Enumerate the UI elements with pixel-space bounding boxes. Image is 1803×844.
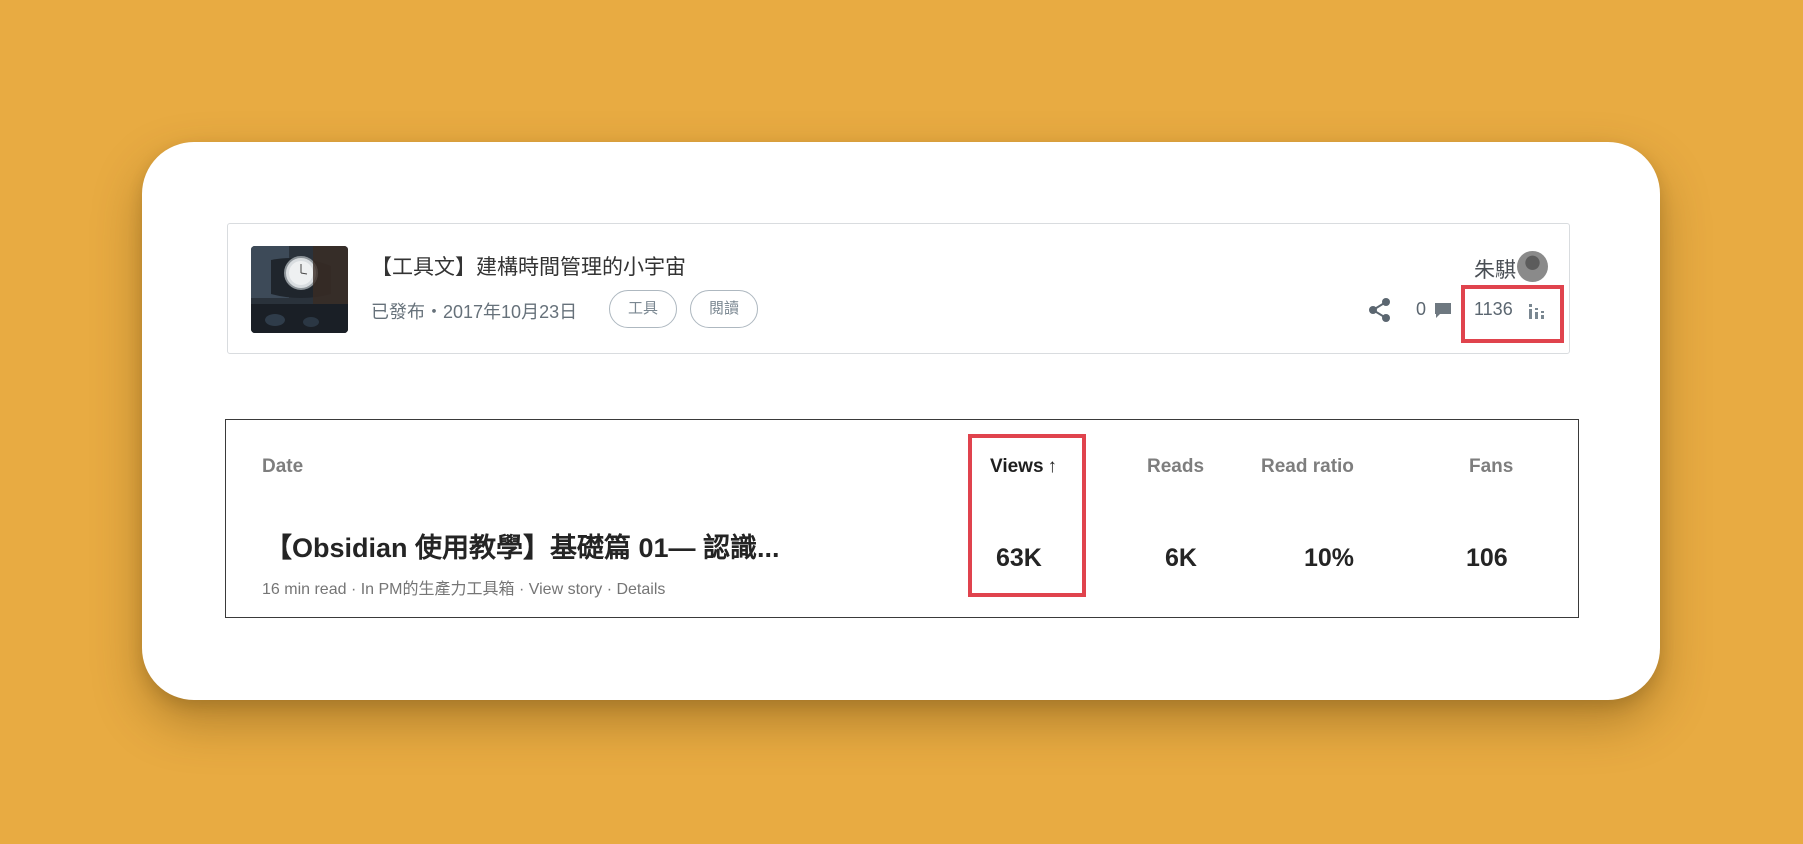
avatar[interactable] [1517, 251, 1548, 282]
column-header-read-ratio[interactable]: Read ratio [1261, 456, 1354, 478]
post-publish-date: 已發布・2017年10月23日 [371, 302, 578, 322]
post-panel: 【工具文】建構時間管理的小宇宙 已發布・2017年10月23日 工具 閱讀 朱騏… [227, 223, 1570, 354]
thumbnail-image [251, 246, 348, 333]
story-title[interactable]: 【Obsidian 使用教學】基礎篇 01— 認識... [265, 526, 780, 565]
tag-tool[interactable]: 工具 [609, 290, 678, 328]
comment-icon[interactable] [1434, 302, 1452, 319]
details-link[interactable]: Details [616, 581, 665, 598]
view-story-link[interactable]: View story [529, 581, 603, 598]
story-read-time: 16 min read [262, 581, 347, 598]
fans-value: 106 [1466, 544, 1508, 572]
author-name[interactable]: 朱騏 [1474, 254, 1516, 284]
reads-value: 6K [1165, 544, 1197, 572]
story-stats-table: Date Views ↑ Reads Read ratio Fans 【Obsid… [225, 419, 1579, 618]
read-ratio-value: 10% [1304, 544, 1355, 572]
column-header-fans[interactable]: Fans [1469, 456, 1513, 478]
tag-reading[interactable]: 閱讀 [690, 290, 759, 328]
column-header-date[interactable]: Date [262, 456, 303, 478]
share-icon[interactable] [1365, 295, 1395, 325]
meta-separator: · [514, 581, 529, 598]
post-title[interactable]: 【工具文】建構時間管理的小宇宙 [371, 251, 686, 281]
meta-separator: · [346, 581, 361, 598]
view-count-highlight [1461, 285, 1564, 343]
story-meta: 16 min read · In PM的生產力工具箱 · View story … [262, 575, 665, 599]
story-publication-link[interactable]: In PM的生產力工具箱 [361, 581, 515, 598]
post-thumbnail[interactable] [251, 246, 348, 333]
views-column-highlight [968, 434, 1086, 597]
comment-count: 0 [1416, 299, 1427, 319]
column-header-reads[interactable]: Reads [1147, 456, 1204, 478]
meta-separator: · [602, 581, 617, 598]
